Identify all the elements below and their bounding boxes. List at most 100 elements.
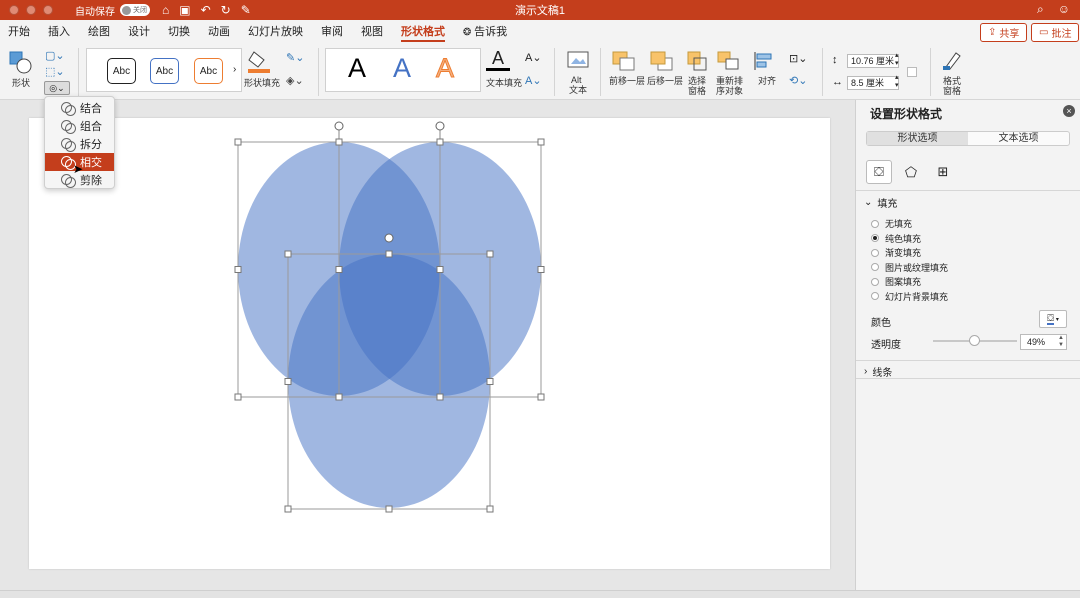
resize-handle[interactable] — [234, 393, 242, 401]
wordart-style-1[interactable]: A — [348, 53, 366, 84]
resize-handle[interactable] — [335, 138, 343, 146]
size-properties-tab[interactable]: ⊞ — [930, 160, 956, 184]
tab-10[interactable]: ❂ 告诉我 — [463, 20, 507, 44]
text-fill-button[interactable]: A — [486, 48, 510, 74]
shape-effects-icon[interactable]: ◈⌄ — [286, 74, 304, 87]
customize-toolbar-icon[interactable]: ✎ — [241, 3, 251, 17]
align-button[interactable] — [752, 50, 776, 72]
shape-style-3[interactable]: Abc — [194, 58, 223, 84]
resize-handle[interactable] — [234, 266, 242, 273]
radio-button[interactable] — [871, 219, 879, 228]
shape-style-2[interactable]: Abc — [150, 58, 179, 84]
color-picker-button[interactable]: ⛋ ▾ — [1039, 310, 1067, 328]
wordart-style-2[interactable]: A — [393, 53, 411, 84]
lock-aspect-checkbox[interactable] — [907, 67, 917, 77]
resize-handle[interactable] — [436, 138, 444, 146]
merge-menu-item-2[interactable]: 拆分 — [45, 135, 114, 153]
resize-handle[interactable] — [284, 378, 292, 385]
shape-width-input[interactable]: 8.5 厘米 — [847, 76, 899, 90]
ellipse-shapes[interactable] — [238, 142, 541, 508]
resize-handle[interactable] — [537, 138, 545, 146]
format-pane-button[interactable] — [940, 49, 964, 71]
merge-shapes-icon[interactable]: ◎⌄ — [44, 81, 70, 95]
send-backward-button[interactable] — [649, 50, 677, 72]
text-effects-icon[interactable]: A⌄ — [525, 74, 542, 87]
text-box-icon[interactable]: ⬚⌄ — [45, 65, 65, 78]
wordart-style-3[interactable]: A — [435, 53, 454, 84]
resize-handle[interactable] — [385, 505, 393, 513]
comment-button[interactable]: ▭ 批注 — [1031, 23, 1080, 42]
tab-6[interactable]: 幻灯片放映 — [248, 20, 303, 44]
close-window-button[interactable] — [9, 5, 19, 15]
resize-handle[interactable] — [284, 250, 292, 258]
tab-5[interactable]: 动画 — [208, 20, 230, 44]
radio-button[interactable] — [871, 234, 879, 242]
redo-icon[interactable]: ↻ — [221, 3, 231, 17]
fill-option-2[interactable]: 渐变填充 — [871, 246, 921, 259]
share-button[interactable]: ⇪ 共享 — [980, 23, 1028, 42]
group-objects-icon[interactable]: ⊡⌄ — [789, 52, 807, 65]
effects-tab[interactable]: ⬠ — [898, 160, 924, 184]
account-icon[interactable]: ☺ — [1058, 2, 1070, 17]
shape-height-input[interactable]: 10.76 厘米 — [847, 54, 899, 68]
tab-3[interactable]: 设计 — [128, 20, 150, 44]
fill-option-1[interactable]: 纯色填充 — [871, 232, 921, 245]
merge-menu-item-1[interactable]: 组合 — [45, 117, 114, 135]
undo-icon[interactable]: ↶ — [201, 3, 211, 17]
shape-fill-button[interactable] — [246, 48, 274, 74]
insert-shape-button[interactable] — [8, 50, 34, 76]
search-icon[interactable]: ⌕ — [1037, 2, 1044, 17]
maximize-window-button[interactable] — [43, 5, 53, 15]
fill-option-4[interactable]: 图案填充 — [871, 275, 921, 288]
tab-4[interactable]: 切换 — [168, 20, 190, 44]
reorder-objects-button[interactable] — [716, 50, 742, 72]
height-stepper[interactable]: ▴ ▾ — [895, 52, 899, 68]
resize-handle[interactable] — [436, 266, 444, 273]
tab-9[interactable]: 形状格式 — [401, 20, 445, 44]
radio-button[interactable] — [871, 263, 879, 271]
fill-section-header[interactable]: ⌄ 填充 — [864, 195, 897, 210]
tab-0[interactable]: 开始 — [8, 20, 30, 44]
shape-outline-icon[interactable]: ✎⌄ — [286, 51, 304, 64]
resize-handle[interactable] — [234, 138, 242, 146]
minimize-window-button[interactable] — [26, 5, 36, 15]
autosave-toggle[interactable]: 关闭 — [120, 4, 150, 16]
tab-text-options[interactable]: 文本选项 — [968, 132, 1069, 145]
radio-button[interactable] — [871, 248, 879, 257]
width-stepper[interactable]: ▴ ▾ — [895, 74, 899, 90]
fill-option-3[interactable]: 图片或纹理填充 — [871, 261, 948, 274]
line-section-header[interactable]: › 线条 — [864, 364, 892, 379]
resize-handle[interactable] — [486, 378, 494, 385]
transparency-input[interactable]: 49% ▲ ▼ — [1020, 334, 1067, 350]
fill-option-5[interactable]: 幻灯片背景填充 — [871, 290, 948, 303]
resize-handle[interactable] — [436, 393, 444, 401]
resize-handle[interactable] — [486, 250, 494, 258]
gallery-more-icon[interactable]: › — [233, 64, 236, 75]
ellipse-bottom[interactable] — [288, 254, 490, 508]
radio-button[interactable] — [871, 277, 879, 286]
resize-handle[interactable] — [335, 266, 343, 273]
transparency-stepper[interactable]: ▲ ▼ — [1058, 335, 1064, 349]
resize-handle[interactable] — [335, 393, 343, 401]
close-pane-button[interactable]: × — [1063, 105, 1075, 117]
home-icon[interactable]: ⌂ — [162, 3, 169, 17]
alt-text-button[interactable] — [566, 50, 590, 70]
resize-handle[interactable] — [486, 505, 494, 513]
transparency-slider-thumb[interactable] — [969, 335, 981, 346]
tab-2[interactable]: 绘图 — [88, 20, 110, 44]
edit-shape-icon[interactable]: ▢⌄ — [45, 49, 65, 62]
tab-shape-options[interactable]: 形状选项 — [867, 132, 968, 145]
merge-menu-item-0[interactable]: 结合 — [45, 99, 114, 117]
resize-handle[interactable] — [537, 266, 545, 273]
tab-1[interactable]: 插入 — [48, 20, 70, 44]
rotate-objects-icon[interactable]: ⟲⌄ — [789, 74, 807, 87]
radio-button[interactable] — [871, 292, 879, 300]
save-icon[interactable]: ▣ — [179, 3, 190, 17]
selection-pane-button[interactable] — [686, 50, 708, 72]
shape-style-1[interactable]: Abc — [107, 58, 136, 84]
bring-forward-button[interactable] — [611, 50, 639, 72]
resize-handle[interactable] — [385, 250, 393, 258]
fill-line-tab[interactable]: ⛋ — [866, 160, 892, 184]
text-outline-icon[interactable]: A⌄ — [525, 51, 542, 64]
fill-option-0[interactable]: 无填充 — [871, 217, 912, 230]
